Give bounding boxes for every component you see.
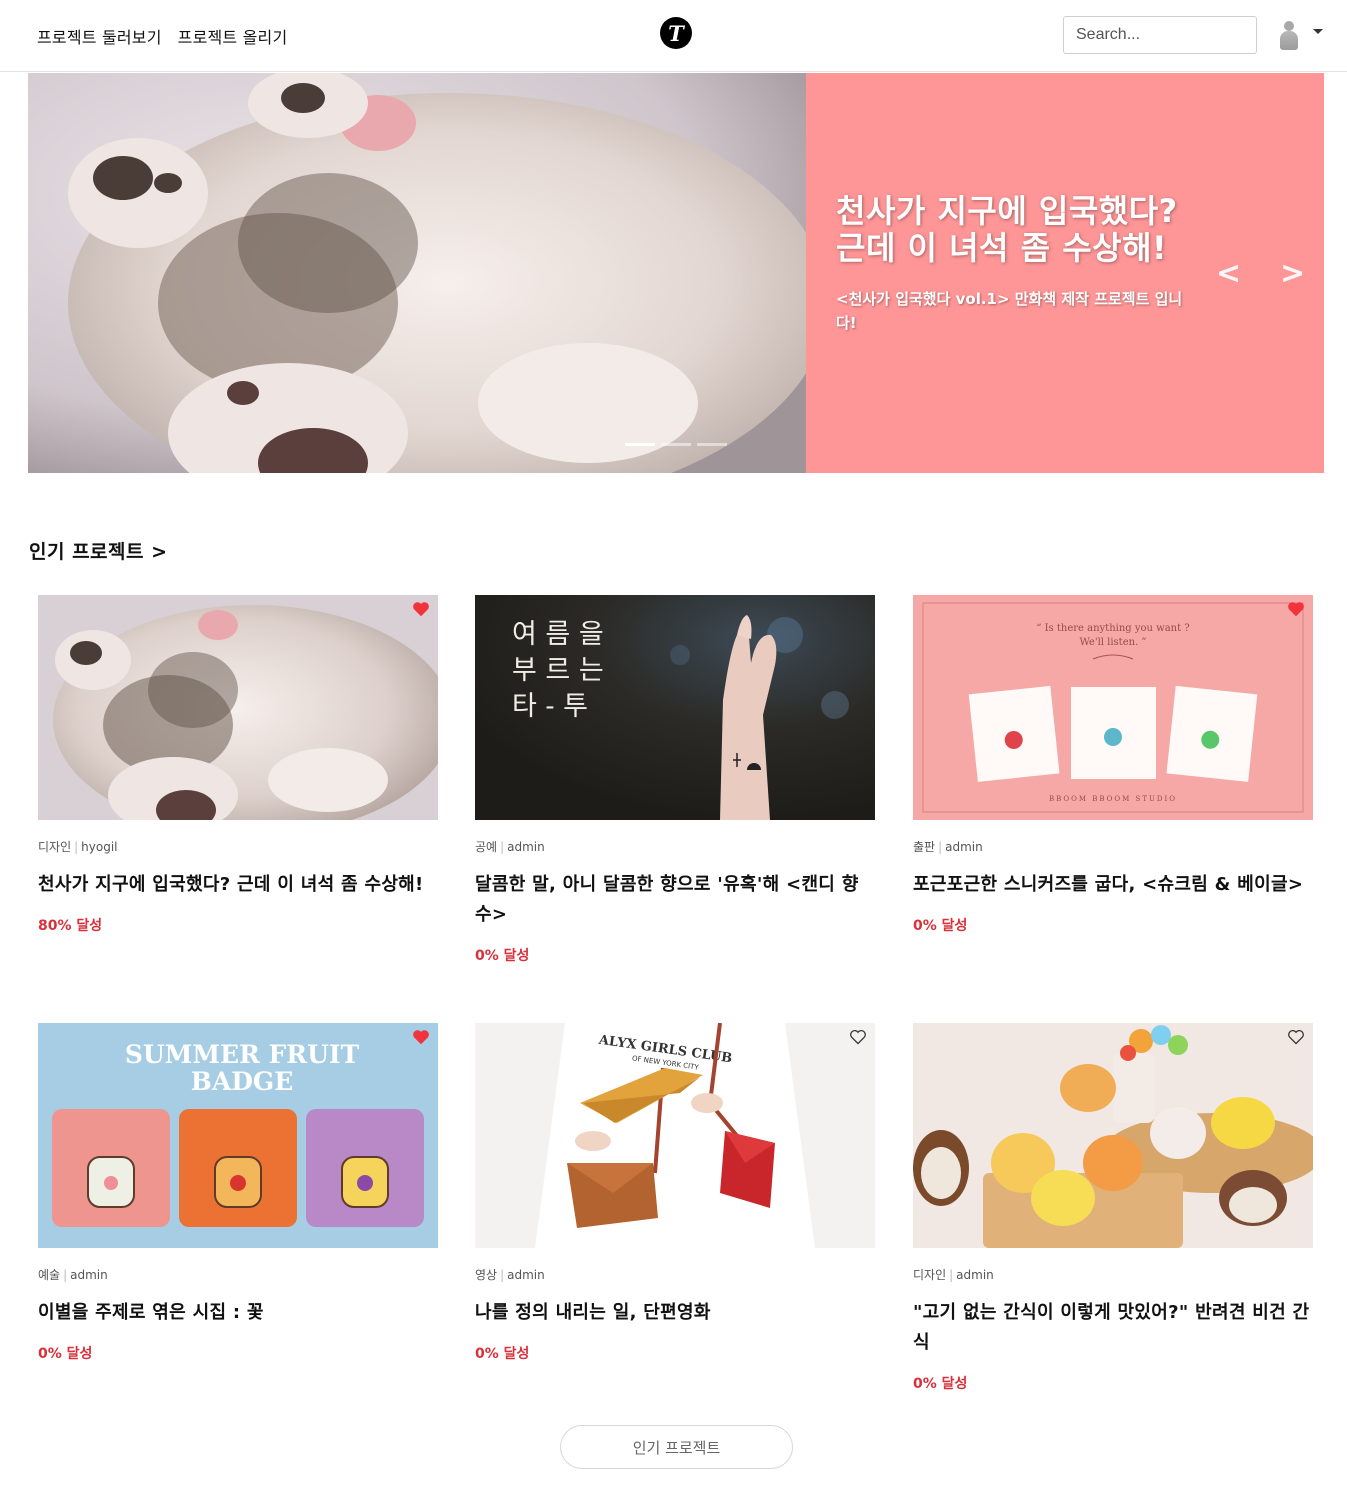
carousel-indicator-1[interactable] bbox=[625, 443, 655, 446]
user-menu-caret-icon[interactable] bbox=[1313, 29, 1323, 34]
hero-carousel: 천사가 지구에 입국했다? 근데 이 녀석 좀 수상해! <천사가 입국했다 v… bbox=[28, 73, 1324, 473]
project-category: 공예 bbox=[475, 840, 498, 854]
project-card: ALYX GIRLS CLUB OF NEW YORK CITY 영상 | admi… bbox=[475, 1023, 875, 1363]
project-thumbnail-kitten[interactable] bbox=[38, 595, 438, 820]
project-meta: 예술 | admin bbox=[38, 1268, 108, 1282]
heart-filled-icon[interactable] bbox=[412, 1029, 430, 1045]
nav-links: 프로젝트 둘러보기 프로젝트 올리기 bbox=[37, 24, 287, 48]
project-funding-rate: 0% 달성 bbox=[913, 1376, 968, 1392]
project-author: admin bbox=[507, 840, 545, 854]
heart-outline-icon[interactable] bbox=[1287, 1029, 1305, 1045]
hero-subtitle: <천사가 입국했다 vol.1> 만화책 제작 프로젝트 입니다! bbox=[836, 290, 1183, 332]
project-title[interactable]: 이별을 주제로 엮은 시집 : 꽃 bbox=[38, 1298, 438, 1328]
image-text-line2: 부 르 는 bbox=[512, 655, 604, 686]
popular-projects-heading[interactable]: 인기 프로젝트 > bbox=[29, 537, 168, 564]
image-text-line1: 여 름 을 bbox=[512, 619, 604, 650]
carousel-indicators bbox=[625, 443, 727, 446]
project-author: admin bbox=[945, 840, 983, 854]
image-text-line2: We'll listen. ” bbox=[1079, 637, 1146, 648]
project-meta: 영상 | admin bbox=[475, 1268, 545, 1282]
top-navbar: 프로젝트 둘러보기 프로젝트 올리기 T bbox=[0, 0, 1347, 72]
image-text-line1: “ Is there anything you want ? bbox=[1036, 623, 1189, 634]
kitten-illustration bbox=[28, 73, 806, 473]
project-funding-rate: 0% 달성 bbox=[38, 1346, 93, 1362]
project-meta: 출판 | admin bbox=[913, 840, 983, 854]
hero-text-panel: 천사가 지구에 입국했다? 근데 이 녀석 좀 수상해! <천사가 입국했다 v… bbox=[806, 73, 1324, 473]
project-category: 영상 bbox=[475, 1268, 498, 1282]
carousel-prev-button[interactable]: < bbox=[1216, 256, 1241, 291]
project-card: “ Is there anything you want ? We'll lis… bbox=[913, 595, 1313, 935]
nav-browse-projects-link[interactable]: 프로젝트 둘러보기 bbox=[37, 24, 162, 48]
project-title[interactable]: 달콤한 말, 아니 달콤한 향으로 '유혹'해 <캔디 향수> bbox=[475, 870, 875, 930]
project-category: 출판 bbox=[913, 840, 936, 854]
user-avatar-icon[interactable] bbox=[1278, 20, 1300, 52]
project-card: 디자인 | hyogil 천사가 지구에 입국했다? 근데 이 녀석 좀 수상해! … bbox=[38, 595, 438, 935]
hero-title-line2: 근데 이 녀석 좀 수상해! bbox=[836, 229, 1168, 267]
project-thumbnail-badges[interactable]: SUMMER FRUIT BADGE bbox=[38, 1023, 438, 1248]
popular-projects-more-button[interactable]: 인기 프로젝트 bbox=[560, 1425, 793, 1469]
project-author: admin bbox=[70, 1268, 108, 1282]
project-funding-rate: 0% 달성 bbox=[913, 918, 968, 934]
project-thumbnail-bags[interactable]: ALYX GIRLS CLUB OF NEW YORK CITY bbox=[475, 1023, 875, 1248]
project-card: 여 름 을 부 르 는 타 - 투 공예 | admin 달콤한 말, 아니 달콤한… bbox=[475, 595, 875, 965]
project-title[interactable]: 천사가 지구에 입국했다? 근데 이 녀석 좀 수상해! bbox=[38, 870, 438, 900]
project-meta: 디자인 | hyogil bbox=[38, 840, 118, 854]
carousel-indicator-3[interactable] bbox=[697, 443, 727, 446]
project-category: 디자인 bbox=[913, 1268, 947, 1282]
carousel-next-button[interactable]: > bbox=[1280, 256, 1305, 291]
project-title[interactable]: 포근포근한 스니커즈를 굽다, <슈크림 & 베이글> bbox=[913, 870, 1313, 900]
project-meta: 공예 | admin bbox=[475, 840, 545, 854]
project-thumbnail-tattoo[interactable]: 여 름 을 부 르 는 타 - 투 bbox=[475, 595, 875, 820]
project-meta: 디자인 | admin bbox=[913, 1268, 994, 1282]
hero-title[interactable]: 천사가 지구에 입국했다? 근데 이 녀석 좀 수상해! bbox=[836, 193, 1216, 267]
image-text-line3: BBOOM BBOOM STUDIO bbox=[1049, 795, 1177, 803]
search-input[interactable] bbox=[1063, 16, 1257, 54]
project-title[interactable]: 나를 정의 내리는 일, 단편영화 bbox=[475, 1298, 875, 1328]
project-thumbnail-toys[interactable] bbox=[913, 1023, 1313, 1248]
heart-outline-icon[interactable] bbox=[849, 1029, 867, 1045]
project-category: 디자인 bbox=[38, 840, 72, 854]
hero-title-line1: 천사가 지구에 입국했다? bbox=[836, 192, 1178, 230]
image-text-line1: SUMMER FRUIT bbox=[125, 1040, 360, 1069]
project-title[interactable]: "고기 없는 간식이 이렇게 맛있어?" 반려견 비건 간식 bbox=[913, 1298, 1313, 1358]
project-thumbnail-postcards[interactable]: “ Is there anything you want ? We'll lis… bbox=[913, 595, 1313, 820]
project-card: 디자인 | admin "고기 없는 간식이 이렇게 맛있어?" 반려견 비건 간식… bbox=[913, 1023, 1313, 1393]
project-author: admin bbox=[507, 1268, 545, 1282]
logo-icon[interactable]: T bbox=[660, 17, 692, 49]
project-author: hyogil bbox=[81, 840, 118, 854]
hero-kitten-image[interactable] bbox=[28, 73, 806, 473]
project-funding-rate: 80% 달성 bbox=[38, 918, 103, 934]
heart-filled-icon[interactable] bbox=[1287, 601, 1305, 617]
image-text-line3: 타 - 투 bbox=[512, 691, 588, 722]
image-text-line2: BADGE bbox=[191, 1067, 294, 1096]
project-funding-rate: 0% 달성 bbox=[475, 948, 530, 964]
project-card: SUMMER FRUIT BADGE 예술 | admin 이별을 주제로 엮은 시… bbox=[38, 1023, 438, 1363]
project-category: 예술 bbox=[38, 1268, 61, 1282]
project-funding-rate: 0% 달성 bbox=[475, 1346, 530, 1362]
heart-filled-icon[interactable] bbox=[412, 601, 430, 617]
nav-upload-project-link[interactable]: 프로젝트 올리기 bbox=[178, 24, 288, 48]
carousel-indicator-2[interactable] bbox=[661, 443, 691, 446]
project-author: admin bbox=[956, 1268, 994, 1282]
